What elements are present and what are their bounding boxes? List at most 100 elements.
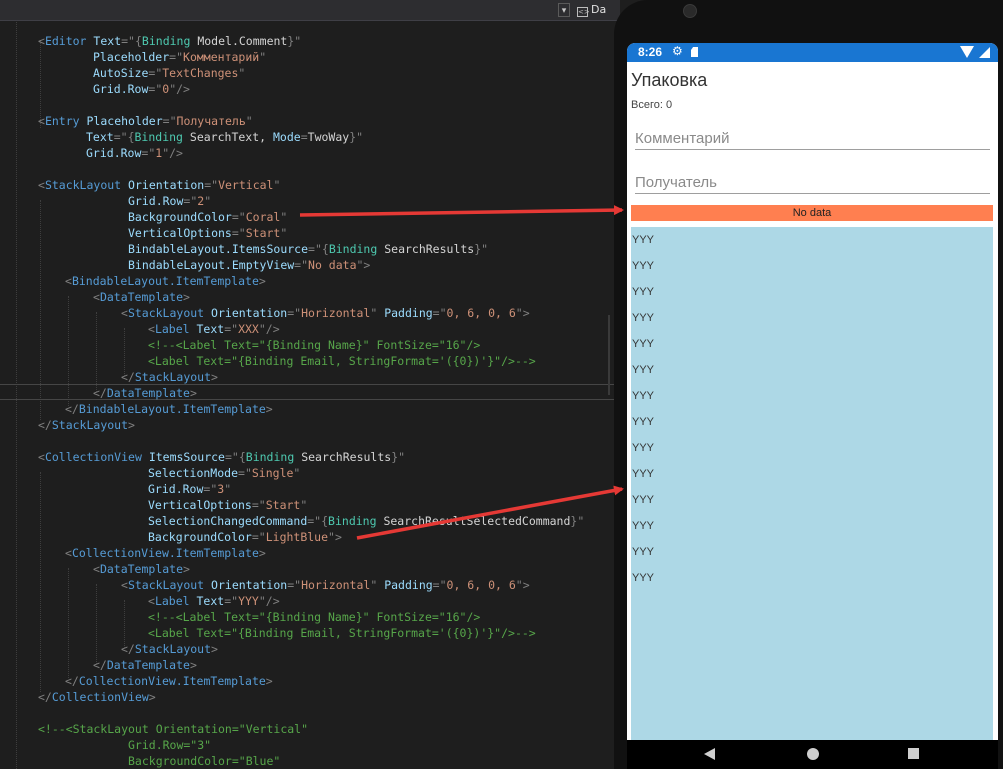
code-line[interactable]: <DataTemplate> xyxy=(93,561,190,577)
collection-item[interactable]: YYY xyxy=(631,539,993,565)
back-triangle-icon[interactable] xyxy=(704,748,715,760)
code-line[interactable]: <StackLayout Orientation="Vertical" xyxy=(38,177,280,193)
code-token: Text xyxy=(86,130,114,144)
code-editor[interactable]: ▾ <>Da <Editor Text="{Binding Model.Comm… xyxy=(0,0,620,769)
code-line[interactable]: <StackLayout Orientation="Horizontal" Pa… xyxy=(121,577,530,593)
code-line[interactable]: Grid.Row="1"/> xyxy=(86,145,183,161)
collection-item[interactable]: YYY xyxy=(631,487,993,513)
code-token: =" xyxy=(294,258,309,272)
code-line[interactable]: Grid.Row="3" xyxy=(128,737,211,753)
collection-item[interactable]: YYY xyxy=(631,435,993,461)
indent-guide xyxy=(96,584,97,664)
camera-icon xyxy=(683,4,697,18)
code-line[interactable]: <Entry Placeholder="Получатель" xyxy=(38,113,253,129)
code-line[interactable]: SelectionChangedCommand="{Binding Search… xyxy=(148,513,584,529)
code-token: > xyxy=(148,690,156,704)
code-line[interactable]: <BindableLayout.ItemTemplate> xyxy=(65,273,266,289)
code-token: > xyxy=(183,562,190,576)
code-line[interactable]: <CollectionView ItemsSource="{Binding Se… xyxy=(38,449,405,465)
collection-item[interactable]: YYY xyxy=(631,383,993,409)
code-token: BackgroundColor="Blue" xyxy=(128,754,281,768)
code-line[interactable]: </CollectionView.ItemTemplate> xyxy=(65,673,273,689)
code-line[interactable]: <Label Text="XXX"/> xyxy=(148,321,280,337)
code-line[interactable]: <CollectionView.ItemTemplate> xyxy=(65,545,266,561)
code-line[interactable]: BackgroundColor="Coral" xyxy=(128,209,287,225)
collection-item[interactable]: YYY xyxy=(631,565,993,591)
code-token: BindableLayout.ItemTemplate xyxy=(71,274,259,288)
code-token: </ xyxy=(93,658,107,672)
code-line[interactable]: Grid.Row="3" xyxy=(148,481,231,497)
collection-item[interactable]: YYY xyxy=(631,305,993,331)
code-line[interactable]: <Label Text="{Binding Email, StringForma… xyxy=(148,353,536,369)
code-token: =" xyxy=(287,578,302,592)
code-line[interactable]: <StackLayout Orientation="Horizontal" Pa… xyxy=(121,305,530,321)
code-token: " xyxy=(204,194,212,208)
code-token: Start xyxy=(265,498,301,512)
recents-square-icon[interactable] xyxy=(908,748,919,759)
code-token: " xyxy=(280,210,288,224)
code-token: }" xyxy=(349,130,364,144)
code-token: > xyxy=(265,674,273,688)
code-line[interactable]: </DataTemplate> xyxy=(93,385,197,401)
code-line[interactable]: <DataTemplate> xyxy=(93,289,190,305)
collection-item[interactable]: YYY xyxy=(631,461,993,487)
code-token: =" xyxy=(183,194,198,208)
code-line[interactable]: <!--<Label Text="{Binding Name}" FontSiz… xyxy=(148,609,480,625)
code-line[interactable]: <!--<Label Text="{Binding Name}" FontSiz… xyxy=(148,337,480,353)
code-line[interactable]: AutoSize="TextChanges" xyxy=(93,65,245,81)
code-line[interactable]: BindableLayout.EmptyView="No data"> xyxy=(128,257,370,273)
collection-item[interactable]: YYY xyxy=(631,279,993,305)
collection-item[interactable]: YYY xyxy=(631,331,993,357)
code-token: Grid.Row xyxy=(86,146,142,160)
code-line[interactable]: <Label Text="{Binding Email, StringForma… xyxy=(148,625,536,641)
code-line[interactable]: </CollectionView> xyxy=(38,689,156,705)
code-line[interactable]: </DataTemplate> xyxy=(93,657,197,673)
home-circle-icon[interactable] xyxy=(807,748,819,760)
collection-item[interactable]: YYY xyxy=(631,409,993,435)
code-line[interactable]: VerticalOptions="Start" xyxy=(148,497,307,513)
xaml-file-icon: <> xyxy=(577,7,590,17)
code-token: </ xyxy=(65,402,79,416)
code-token: DataTemplate xyxy=(99,290,184,304)
comment-editor[interactable] xyxy=(635,127,990,150)
code-line[interactable]: VerticalOptions="Start" xyxy=(128,225,287,241)
collection-item[interactable]: YYY xyxy=(631,227,993,253)
code-token: CollectionView xyxy=(51,690,149,704)
editor-tab[interactable]: <>Da xyxy=(577,2,620,18)
code-line[interactable]: Grid.Row="2" xyxy=(128,193,211,209)
code-line[interactable]: </StackLayout> xyxy=(38,417,135,433)
collection-item[interactable]: YYY xyxy=(631,513,993,539)
code-token: 0, 6, 0, 6 xyxy=(446,578,516,592)
code-line[interactable]: <!--<StackLayout Orientation="Vertical" xyxy=(38,721,308,737)
code-token: No data xyxy=(308,258,357,272)
code-line[interactable]: </BindableLayout.ItemTemplate> xyxy=(65,401,273,417)
code-token: Padding xyxy=(384,578,433,592)
tab-dropdown-button[interactable]: ▾ xyxy=(558,3,570,17)
code-token: StackLayout xyxy=(51,418,129,432)
total-count-label: Всего: 0 xyxy=(631,99,673,111)
code-line[interactable]: Placeholder="Комментарий" xyxy=(93,49,266,65)
collection-view[interactable]: YYY YYY YYY YYY YYY YYY YYY YYY YYY YYY YYY YYY YYY Y… xyxy=(631,227,993,740)
collection-item[interactable]: YYY xyxy=(631,357,993,383)
code-line[interactable]: <Editor Text="{Binding Model.Comment}" xyxy=(38,33,301,49)
code-line[interactable]: BackgroundColor="Blue" xyxy=(128,753,280,769)
code-token: Model.Comment xyxy=(197,34,288,48)
code-line[interactable]: BackgroundColor="LightBlue"> xyxy=(148,529,342,545)
code-token: < xyxy=(148,594,155,608)
code-line[interactable]: BindableLayout.ItemsSource="{Binding Sea… xyxy=(128,241,488,257)
code-token: < xyxy=(65,546,72,560)
code-token: </ xyxy=(38,690,52,704)
code-line[interactable]: <Label Text="YYY"/> xyxy=(148,593,280,609)
code-line[interactable]: </StackLayout> xyxy=(121,369,218,385)
code-line[interactable]: Grid.Row="0"/> xyxy=(93,81,190,97)
phone-screen: 8:26 ⚙ Упаковка Всего: 0 No data YYYYYYY… xyxy=(627,43,998,740)
code-line[interactable]: Text="{Binding SearchText, Mode=TwoWay}" xyxy=(86,129,363,145)
code-token: =" xyxy=(148,82,163,96)
code-token: > xyxy=(258,546,266,560)
code-token: < xyxy=(65,274,72,288)
collection-item[interactable]: YYY xyxy=(631,253,993,279)
code-line[interactable]: SelectionMode="Single" xyxy=(148,465,300,481)
recipient-entry[interactable] xyxy=(635,171,990,194)
code-line[interactable]: </StackLayout> xyxy=(121,641,218,657)
